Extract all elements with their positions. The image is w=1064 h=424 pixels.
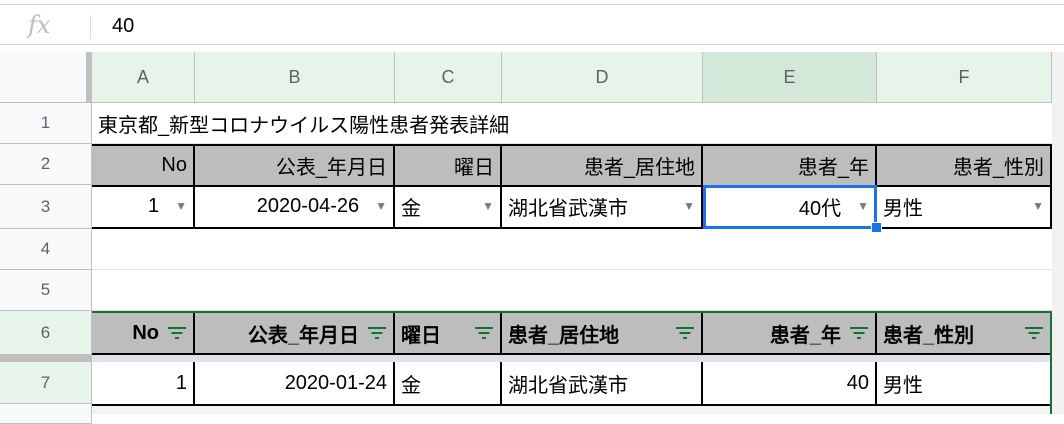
query-dropdown-2[interactable]: 金 ▼ [395,185,502,229]
dropdown-arrow-icon[interactable]: ▼ [476,199,494,213]
dropdown-arrow-icon[interactable]: ▼ [169,199,187,213]
filter-icon[interactable] [474,326,494,340]
table-header-label: No [132,321,159,344]
freeze-handle[interactable] [0,355,92,362]
query-value: 男性 [883,197,923,220]
table-cell[interactable]: 1 [92,362,195,404]
sheet-title[interactable]: 東京都_新型コロナウイルス陽性患者発表詳細 [92,103,792,144]
table-cell[interactable]: 男性 [877,362,1052,404]
table-header-label: 患者_年 [769,324,841,347]
table-header-3[interactable]: 患者_居住地 [502,313,703,355]
dropdown-arrow-icon[interactable]: ▼ [369,199,387,213]
row-header-5[interactable]: 5 [0,270,92,311]
active-cell-selection [703,185,877,229]
column-header-B[interactable]: B [195,52,395,103]
query-value: 湖北省武漢市 [508,197,628,220]
table-header-5[interactable]: 患者_性別 [877,313,1052,355]
filter-icon[interactable] [675,326,695,340]
column-header-A[interactable]: A [92,52,195,103]
query-value: 2020-04-26 [256,194,360,217]
table-cell[interactable]: 40 [703,362,877,404]
fx-icon: fx [28,11,51,39]
query-value: 1 [147,194,160,217]
fill-handle[interactable] [871,222,882,233]
table-header-label: 患者_性別 [883,324,975,347]
table-header-label: 患者_居住地 [508,324,620,347]
formula-divider [90,15,91,39]
query-value: 金 [401,197,421,220]
query-dropdown-3[interactable]: 湖北省武漢市 ▼ [502,185,703,229]
row-header-4[interactable]: 4 [0,229,92,270]
filter-icon[interactable] [1024,326,1044,340]
gridline [92,269,1052,270]
filter-icon[interactable] [167,326,187,340]
filter-icon[interactable] [849,326,869,340]
formula-input[interactable]: 40 [112,15,134,38]
dropdown-arrow-icon[interactable]: ▼ [1026,199,1044,213]
table-header-label: 公表_年月日 [247,324,359,347]
row-header-8[interactable] [0,404,92,424]
table-header-label: 曜日 [401,324,441,347]
formula-bar: fx 40 [0,4,1064,45]
row-header-6[interactable]: 6 [0,311,92,355]
dropdown-arrow-icon[interactable]: ▼ [677,199,695,213]
table-header-0[interactable]: No [92,313,195,355]
freeze-divider[interactable] [92,355,1052,362]
table-cell[interactable]: 2020-01-24 [195,362,395,404]
row-header-3[interactable]: 3 [0,185,92,229]
row-header-2[interactable]: 2 [0,144,92,185]
column-header-C[interactable]: C [395,52,502,103]
select-all-corner[interactable] [0,52,92,103]
table-header-2[interactable]: 曜日 [395,313,502,355]
table-header-4[interactable]: 患者_年 [703,313,877,355]
table-cell[interactable]: 金 [395,362,502,404]
row-header-7[interactable]: 7 [0,362,92,404]
filter-icon[interactable] [367,326,387,340]
query-dropdown-5[interactable]: 男性 ▼ [877,185,1052,229]
row-8 [92,404,1052,414]
row-header-1[interactable]: 1 [0,103,92,144]
query-dropdown-0[interactable]: 1 ▼ [92,185,195,229]
query-dropdown-1[interactable]: 2020-04-26 ▼ [195,185,395,229]
scrollbar-gutter[interactable] [1052,52,1064,414]
column-header-E[interactable]: E [703,52,877,103]
table-header-1[interactable]: 公表_年月日 [195,313,395,355]
column-header-F[interactable]: F [877,52,1052,103]
table-cell[interactable]: 湖北省武漢市 [502,362,703,404]
column-header-D[interactable]: D [502,52,703,103]
